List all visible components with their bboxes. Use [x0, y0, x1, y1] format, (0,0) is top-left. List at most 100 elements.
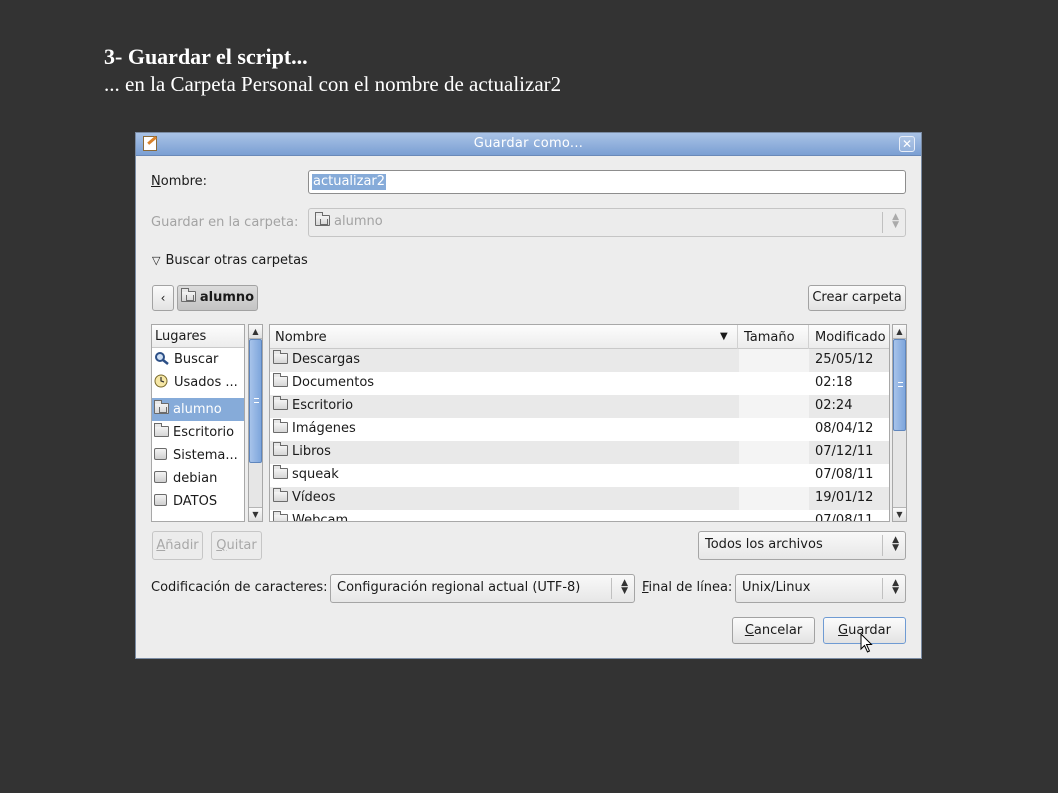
slide-subtitle: ... en la Carpeta Personal con el nombre… [104, 72, 562, 96]
file-list-header: Nombre ▼ Tamaño Modificado [270, 325, 889, 349]
column-modified[interactable]: Modificado [815, 330, 886, 345]
file-row[interactable]: Imágenes 08/04/12 [270, 418, 889, 441]
file-size [739, 395, 809, 418]
file-filter-combo[interactable]: Todos los archivos ▲ ▼ [698, 531, 906, 560]
file-filter-value: Todos los archivos [705, 537, 823, 552]
search-icon [154, 350, 170, 365]
file-name: Vídeos [273, 488, 335, 505]
line-end-combo[interactable]: Unix/Linux ▲ ▼ [735, 574, 906, 603]
mouse-cursor-icon [860, 633, 873, 653]
save-as-dialog: Guardar como... ✕ Nombre: actualizar2 Gu… [135, 132, 922, 659]
remove-button[interactable]: Quitar [211, 531, 262, 560]
name-field-value: actualizar2 [312, 174, 387, 190]
file-row[interactable]: Vídeos 19/01/12 [270, 487, 889, 510]
file-name: Documentos [273, 373, 374, 390]
home-folder-icon [180, 288, 196, 302]
encoding-label: Codificación de caracteres: [151, 580, 328, 595]
back-button[interactable]: ‹ [152, 285, 174, 311]
file-modified: 25/05/12 [815, 352, 874, 367]
line-end-label: Final de línea: [642, 580, 733, 595]
files-scrollbar[interactable]: ▲ ▼ [892, 324, 907, 522]
dialog-titlebar[interactable]: Guardar como... ✕ [136, 133, 921, 156]
folder-icon [273, 396, 288, 410]
column-name[interactable]: Nombre [275, 330, 327, 345]
updown-arrow-icon: ▲ ▼ [892, 212, 899, 230]
updown-arrow-icon: ▲ ▼ [892, 578, 899, 596]
files-scroll-thumb[interactable] [893, 339, 906, 431]
desktop-folder-icon [154, 423, 169, 437]
file-name: Webcam [273, 511, 348, 521]
file-row[interactable]: Webcam 07/08/11 [270, 510, 889, 522]
places-scroll-thumb[interactable] [249, 339, 262, 463]
encoding-combo[interactable]: Configuración regional actual (UTF-8) ▲ ▼ [330, 574, 635, 603]
clock-icon [154, 373, 170, 388]
file-name: Descargas [273, 350, 360, 367]
place-item[interactable]: DATOS [152, 490, 244, 513]
file-row[interactable]: Escritorio 02:24 [270, 395, 889, 418]
line-end-value: Unix/Linux [742, 580, 811, 595]
file-size [739, 372, 809, 395]
file-modified: 07/12/11 [815, 444, 874, 459]
updown-arrow-icon: ▲ ▼ [621, 578, 628, 596]
place-label: Sistema... [173, 448, 238, 463]
place-item[interactable]: alumno [152, 398, 244, 421]
scroll-down-icon[interactable]: ▼ [249, 507, 262, 521]
file-name: Imágenes [273, 419, 356, 436]
add-button[interactable]: Añadir [152, 531, 203, 560]
places-scrollbar[interactable]: ▲ ▼ [248, 324, 263, 522]
file-size [739, 510, 809, 521]
home-folder-icon [154, 400, 169, 414]
places-header[interactable]: Lugares [152, 325, 244, 348]
file-name: Libros [273, 442, 331, 459]
file-modified: 07/08/11 [815, 513, 874, 522]
name-field[interactable]: actualizar2 [308, 170, 906, 194]
save-in-label: Guardar en la carpeta: [151, 215, 299, 230]
file-size [739, 464, 809, 487]
file-size [739, 441, 809, 464]
encoding-value: Configuración regional actual (UTF-8) [337, 580, 581, 595]
drive-icon [154, 494, 167, 506]
file-modified: 02:24 [815, 398, 853, 413]
dialog-title: Guardar como... [473, 136, 584, 151]
place-item[interactable]: Buscar [152, 348, 244, 371]
folder-icon [273, 465, 288, 479]
scroll-down-icon[interactable]: ▼ [893, 507, 906, 521]
scroll-up-icon[interactable]: ▲ [893, 325, 906, 339]
place-label: Usados ... [174, 375, 238, 390]
cancel-button[interactable]: Cancelar [732, 617, 815, 644]
file-modified: 19/01/12 [815, 490, 874, 505]
close-icon[interactable]: ✕ [899, 136, 915, 152]
place-label: Buscar [174, 352, 219, 367]
chevron-left-icon: ‹ [160, 291, 166, 305]
create-folder-button[interactable]: Crear carpeta [808, 285, 906, 311]
places-pane: Lugares Buscar Usados ... alumno Escritorio… [151, 324, 245, 522]
path-button-alumno[interactable]: alumno [177, 285, 258, 311]
place-label: DATOS [173, 494, 218, 509]
file-row[interactable]: Documentos 02:18 [270, 372, 889, 395]
file-row[interactable]: Descargas 25/05/12 [270, 349, 889, 372]
file-row[interactable]: squeak 07/08/11 [270, 464, 889, 487]
folder-icon [273, 373, 288, 387]
place-label: Escritorio [173, 425, 235, 440]
file-modified: 07/08/11 [815, 467, 874, 482]
file-modified: 08/04/12 [815, 421, 874, 436]
place-item[interactable]: Escritorio [152, 421, 244, 444]
file-size [739, 487, 809, 510]
place-label: debian [173, 471, 218, 486]
file-name: squeak [273, 465, 339, 482]
place-label: alumno [173, 402, 222, 417]
slide-title: 3- Guardar el script... [104, 44, 308, 69]
drive-icon [154, 448, 167, 460]
browse-expander[interactable]: ▽ Buscar otras carpetas [152, 253, 308, 268]
home-folder-icon [315, 212, 330, 226]
scroll-up-icon[interactable]: ▲ [249, 325, 262, 339]
file-row[interactable]: Libros 07/12/11 [270, 441, 889, 464]
column-size[interactable]: Tamaño [744, 330, 795, 345]
place-item[interactable]: Sistema... [152, 444, 244, 467]
name-label: Nombre: [151, 174, 208, 189]
place-item[interactable]: debian [152, 467, 244, 490]
expander-triangle-icon: ▽ [152, 254, 161, 267]
place-item[interactable]: Usados ... [152, 371, 244, 394]
sort-chevron-down-icon[interactable]: ▼ [720, 331, 728, 342]
save-in-combo[interactable]: alumno ▲ ▼ [308, 208, 906, 237]
